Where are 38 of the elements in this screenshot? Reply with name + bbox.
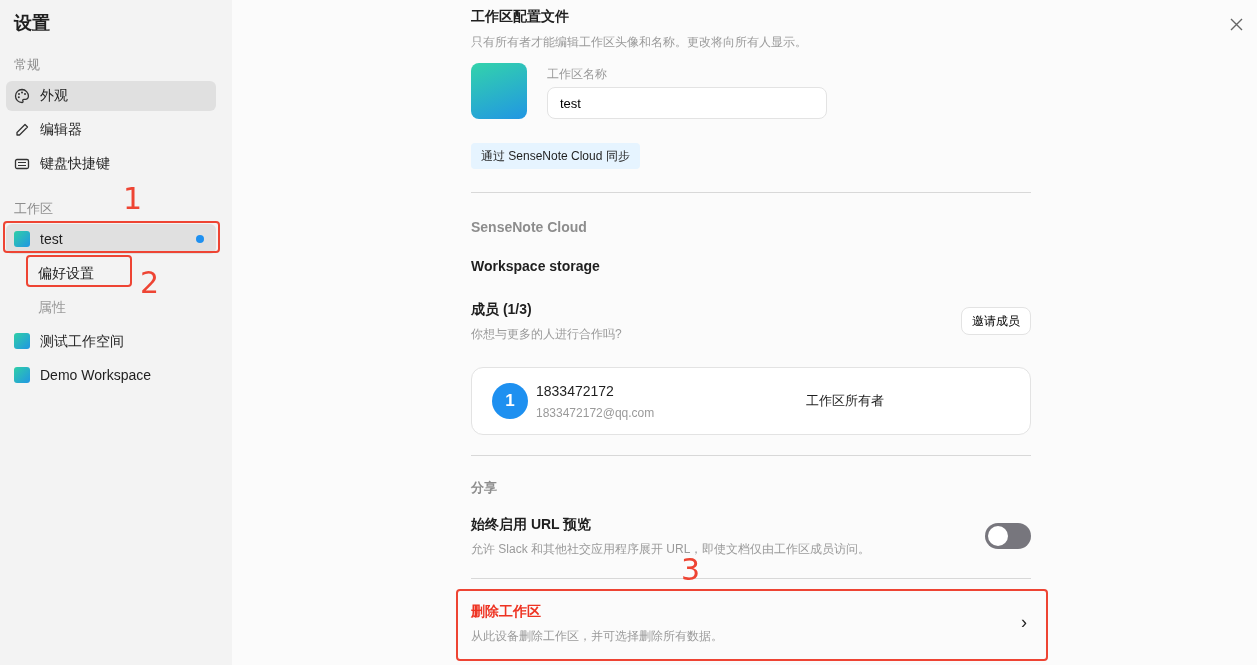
group-heading: 分享 — [471, 479, 498, 497]
delete-description: 从此设备删除工作区，并可选择删除所有数据。 — [471, 627, 723, 645]
sidebar-subitem[interactable]: 偏好设置 — [38, 258, 94, 288]
workspace-avatar — [14, 333, 30, 349]
sidebar-item[interactable]: 测试工作空间 — [6, 326, 216, 356]
member-avatar: 1 — [492, 383, 528, 419]
invite-button[interactable]: 邀请成员 — [961, 307, 1031, 335]
section-description: 只有所有者才能编辑工作区头像和名称。更改将向所有人显示。 — [471, 34, 808, 51]
chevron-icon: › — [1021, 609, 1027, 636]
workspace-avatar — [14, 231, 30, 247]
annotation-number: 2 — [140, 268, 160, 298]
sync-badge: 通过 SenseNote Cloud 同步 — [471, 143, 640, 169]
setting-title: 始终启用 URL 预览 — [471, 514, 593, 534]
member-email: 1833472172@qq.com — [536, 404, 656, 422]
member-role: 工作区所有者 — [806, 392, 884, 411]
delete-title: 删除工作区 — [471, 601, 542, 621]
sidebar-item[interactable]: test — [6, 224, 216, 254]
workspace-avatar — [14, 367, 30, 383]
name-field[interactable]: test — [547, 87, 827, 119]
annotation-number: 1 — [123, 184, 143, 214]
field-label: 工作区名称 — [547, 66, 608, 83]
toggle-switch[interactable] — [985, 522, 1031, 549]
palette-icon — [14, 87, 30, 104]
pencil-icon — [14, 121, 30, 138]
sidebar-item[interactable]: 编辑器 — [6, 114, 216, 145]
close-icon — [1230, 18, 1243, 32]
section-heading: 常规 — [13, 56, 41, 74]
member-name: 1833472172 — [536, 381, 615, 401]
members-description: 你想与更多的人进行合作吗? — [471, 326, 622, 343]
group-heading: SenseNote Cloud — [471, 218, 588, 237]
delete-workspace-row[interactable]: 删除工作区 从此设备删除工作区，并可选择删除所有数据。 › — [471, 590, 1031, 655]
sidebar-item[interactable]: Demo Workspace — [6, 360, 216, 390]
section-title: 工作区配置文件 — [471, 7, 570, 26]
members-title: 成员 (1/3) — [471, 300, 533, 319]
settings-title: 设置 — [12, 12, 51, 35]
sidebar-item[interactable]: 键盘快捷键 — [6, 148, 216, 179]
storage-title: Workspace storage — [471, 257, 601, 276]
sidebar-item[interactable]: 外观 — [6, 80, 216, 111]
